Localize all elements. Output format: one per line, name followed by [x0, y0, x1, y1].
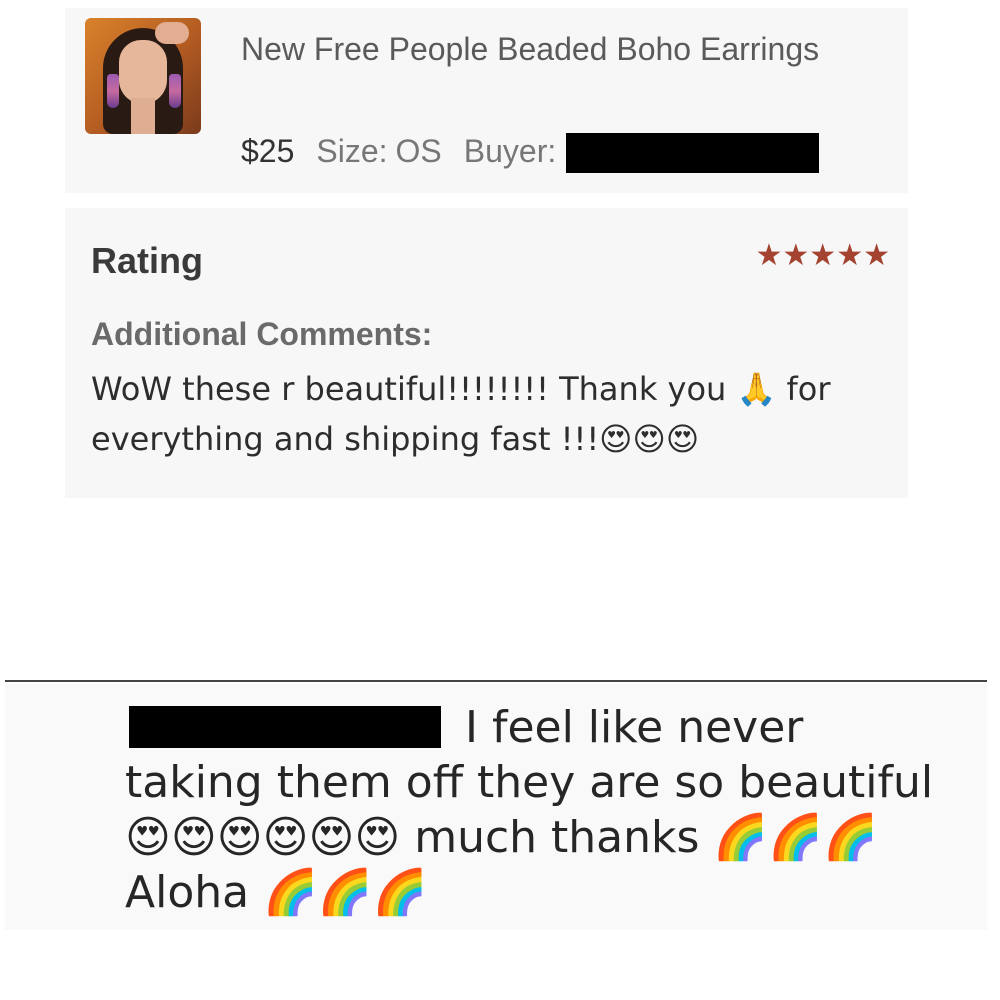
rating-label: Rating	[91, 240, 203, 281]
buyer-name-redaction	[566, 133, 820, 173]
comment-text: WoW these r beautiful!!!!!!!! Thank you …	[91, 370, 831, 458]
product-thumbnail[interactable]	[85, 18, 201, 134]
product-card[interactable]: New Free People Beaded Boho Earrings $25…	[65, 8, 908, 193]
message-card: I feel like never taking them off they a…	[5, 684, 987, 930]
star-rating: ★★★★★	[755, 239, 890, 272]
product-meta: $25 Size: OS Buyer:	[241, 126, 820, 176]
product-price: $25	[241, 133, 295, 169]
size-label: Size:	[316, 133, 388, 169]
product-title[interactable]: New Free People Beaded Boho Earrings	[241, 24, 841, 74]
buyer-label: Buyer:	[463, 133, 557, 169]
rating-card: Rating ★★★★★ Additional Comments: WoW th…	[65, 208, 908, 498]
additional-comments-label: Additional Comments:	[91, 316, 433, 352]
divider	[5, 680, 987, 682]
sender-name-redaction	[129, 706, 441, 748]
size-value: OS	[395, 133, 442, 169]
